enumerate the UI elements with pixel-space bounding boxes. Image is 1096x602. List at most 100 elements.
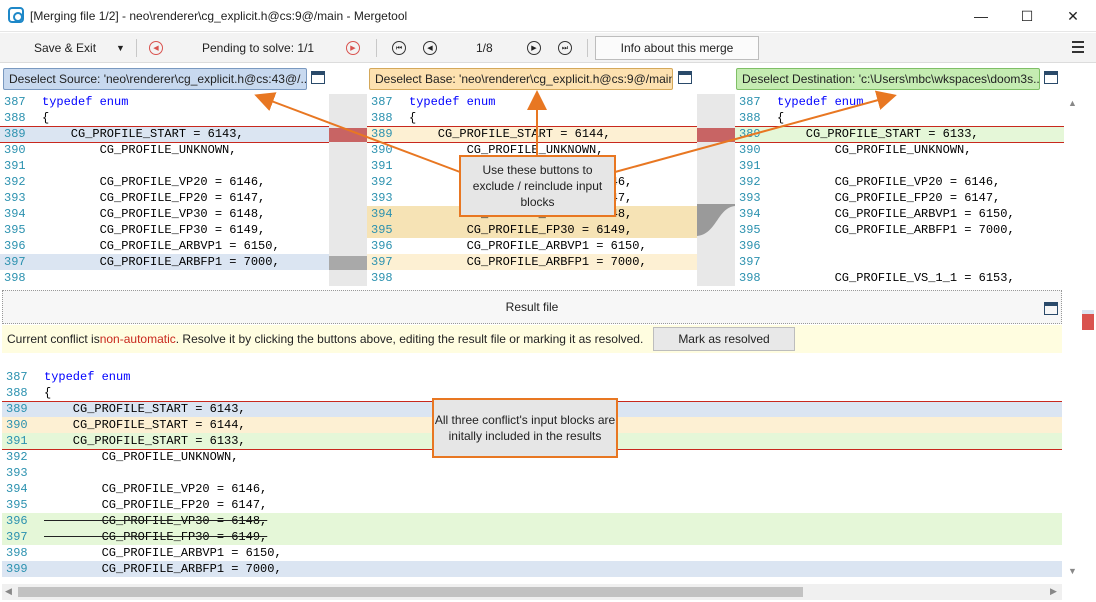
line-number: 390 bbox=[371, 143, 393, 157]
line-number: 387 bbox=[371, 95, 393, 109]
code-text: CG_PROFILE_ARBVP1 = 6150, bbox=[42, 239, 280, 253]
code-line: 388 { bbox=[735, 110, 1064, 126]
prev-conflict-icon[interactable]: ◀ bbox=[149, 33, 163, 63]
conflict-border bbox=[0, 126, 329, 127]
code-line: 387 typedef enum bbox=[2, 369, 1062, 385]
maximize-destination-pane-icon[interactable] bbox=[1044, 71, 1058, 84]
line-number: 395 bbox=[739, 223, 761, 237]
code-text: { bbox=[42, 111, 50, 125]
code-line: 392 CG_PROFILE_VP20 = 6146, bbox=[0, 174, 329, 190]
line-number: 393 bbox=[6, 466, 28, 480]
scroll-down-icon[interactable]: ▼ bbox=[1068, 566, 1077, 576]
change-position: 1/8 bbox=[476, 41, 493, 55]
last-change-icon[interactable]: ⏭ bbox=[558, 33, 572, 63]
line-number: 390 bbox=[6, 418, 28, 432]
deselect-source-button[interactable]: Deselect Source: 'neo\renderer\cg_explic… bbox=[3, 68, 307, 90]
deselect-base-button[interactable]: Deselect Base: 'neo\renderer\cg_explicit… bbox=[369, 68, 673, 90]
code-text: CG_PROFILE_FP30 = 6149, bbox=[44, 530, 268, 544]
code-text: CG_PROFILE_VP20 = 6146, bbox=[44, 482, 268, 496]
scroll-up-icon[interactable]: ▲ bbox=[1068, 98, 1077, 108]
code-text: CG_PROFILE_ARBVP1 = 6150, bbox=[409, 239, 647, 253]
line-number: 396 bbox=[6, 514, 28, 528]
maximize-result-pane-icon[interactable] bbox=[1044, 302, 1058, 315]
code-line: 395 CG_PROFILE_FP20 = 6147, bbox=[2, 497, 1062, 513]
overview-map[interactable] bbox=[1082, 310, 1094, 330]
conflict-status: non-automatic bbox=[99, 332, 176, 346]
results-callout-text: All three conflict's input blocks are in… bbox=[434, 413, 616, 443]
save-exit-button[interactable]: Save & Exit bbox=[34, 33, 96, 63]
code-text: CG_PROFILE_FP20 = 6147, bbox=[44, 498, 268, 512]
maximize-source-pane-icon[interactable] bbox=[311, 71, 325, 84]
line-number: 387 bbox=[6, 370, 28, 384]
info-about-merge-button[interactable]: Info about this merge bbox=[595, 36, 759, 60]
scroll-left-icon[interactable]: ◀ bbox=[5, 586, 12, 597]
conflict-border bbox=[367, 142, 697, 143]
title-bar: [Merging file 1/2] - neo\renderer\cg_exp… bbox=[0, 0, 1096, 32]
conflict-prefix: Current conflict is bbox=[7, 332, 100, 346]
code-line: 396 bbox=[735, 238, 1064, 254]
line-number: 388 bbox=[739, 111, 761, 125]
code-line: 390 CG_PROFILE_UNKNOWN, bbox=[0, 142, 329, 158]
code-line: 392 CG_PROFILE_VP20 = 6146, bbox=[735, 174, 1064, 190]
prev-change-icon[interactable]: ◀ bbox=[423, 33, 437, 63]
result-pane[interactable]: 387 typedef enum 388 {389 CG_PROFILE_START … bbox=[2, 354, 1062, 580]
code-text: CG_PROFILE_ARBVP1 = 6150, bbox=[777, 207, 1015, 221]
code-text: CG_PROFILE_ARBFP1 = 7000, bbox=[409, 255, 647, 269]
code-text: CG_PROFILE_UNKNOWN, bbox=[44, 450, 239, 464]
maximize-button[interactable]: ☐ bbox=[1004, 0, 1050, 32]
deselect-destination-button[interactable]: Deselect Destination: 'c:\Users\mbc\wksp… bbox=[736, 68, 1040, 90]
code-line: 397 bbox=[735, 254, 1064, 270]
code-text: CG_PROFILE_START = 6133, bbox=[777, 127, 979, 141]
line-number: 392 bbox=[6, 450, 28, 464]
line-number: 387 bbox=[739, 95, 761, 109]
code-line: 395 CG_PROFILE_FP30 = 6149, bbox=[0, 222, 329, 238]
first-change-icon[interactable]: ⏮ bbox=[392, 33, 406, 63]
line-number: 393 bbox=[4, 191, 26, 205]
code-text: CG_PROFILE_ARBVP1 = 6150, bbox=[44, 546, 282, 560]
vertical-scrollbar[interactable]: ▲ ▼ bbox=[1064, 94, 1080, 584]
toolbar: Save & Exit ▼ ◀ Pending to solve: 1/1 ▶ … bbox=[0, 33, 1096, 63]
buttons-callout-text: Use these buttons to exclude / reinclude… bbox=[472, 163, 603, 209]
line-number: 398 bbox=[371, 271, 393, 285]
next-change-icon[interactable]: ▶ bbox=[527, 33, 541, 63]
horizontal-scroll-thumb[interactable] bbox=[18, 587, 803, 597]
conflict-suffix: . Resolve it by clicking the buttons abo… bbox=[175, 332, 644, 346]
line-number: 398 bbox=[4, 271, 26, 285]
line-number: 391 bbox=[371, 159, 393, 173]
line-number: 392 bbox=[371, 175, 393, 189]
conflict-connector bbox=[329, 128, 367, 142]
line-number: 397 bbox=[371, 255, 393, 269]
conflict-border bbox=[367, 126, 697, 127]
close-button[interactable]: ✕ bbox=[1050, 0, 1096, 32]
code-line: 394 CG_PROFILE_VP20 = 6146, bbox=[2, 481, 1062, 497]
next-conflict-icon[interactable]: ▶ bbox=[346, 33, 360, 63]
hamburger-menu-icon[interactable] bbox=[1072, 41, 1084, 53]
minimize-button[interactable]: — bbox=[958, 0, 1004, 32]
code-text: typedef enum bbox=[777, 95, 864, 109]
pending-to-solve: Pending to solve: 1/1 bbox=[202, 41, 315, 55]
line-number: 391 bbox=[4, 159, 26, 173]
window-title: [Merging file 1/2] - neo\renderer\cg_exp… bbox=[30, 9, 408, 23]
code-text: { bbox=[44, 386, 52, 400]
code-text: CG_PROFILE_START = 6133, bbox=[44, 434, 246, 448]
source-base-gutter bbox=[329, 94, 367, 286]
scroll-right-icon[interactable]: ▶ bbox=[1050, 586, 1057, 597]
save-dropdown-chevron-icon[interactable]: ▼ bbox=[116, 33, 125, 63]
destination-pane[interactable]: 387 typedef enum 388 {389 CG_PROFILE_START … bbox=[735, 94, 1064, 286]
code-line: 387 typedef enum bbox=[0, 94, 329, 110]
line-number: 395 bbox=[371, 223, 393, 237]
code-text: CG_PROFILE_UNKNOWN, bbox=[777, 143, 972, 157]
code-line: 389 CG_PROFILE_START = 6133, bbox=[735, 126, 1064, 142]
code-line: 397 CG_PROFILE_FP30 = 6149, bbox=[2, 529, 1062, 545]
toolbar-divider bbox=[587, 39, 588, 57]
code-line: 396 CG_PROFILE_ARBVP1 = 6150, bbox=[367, 238, 697, 254]
code-line: 398 bbox=[0, 270, 329, 286]
line-number: 389 bbox=[4, 127, 26, 141]
line-number: 394 bbox=[6, 482, 28, 496]
maximize-base-pane-icon[interactable] bbox=[678, 71, 692, 84]
code-text: CG_PROFILE_START = 6144, bbox=[409, 127, 611, 141]
results-callout: All three conflict's input blocks are in… bbox=[432, 398, 618, 458]
code-text: CG_PROFILE_VS_1_1 = 6153, bbox=[777, 271, 1015, 285]
mark-as-resolved-button[interactable]: Mark as resolved bbox=[653, 327, 795, 351]
source-pane[interactable]: 387 typedef enum 388 {389 CG_PROFILE_START … bbox=[0, 94, 329, 286]
